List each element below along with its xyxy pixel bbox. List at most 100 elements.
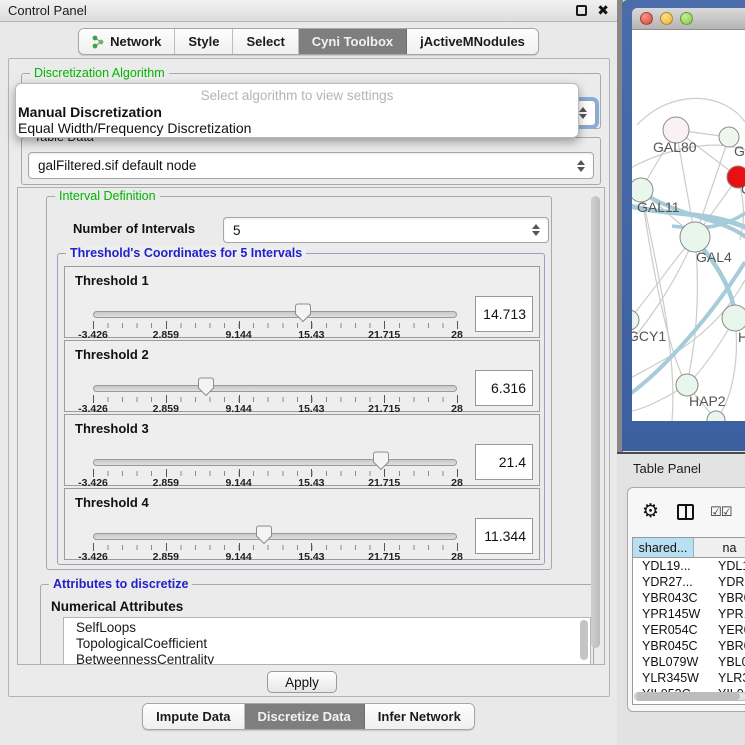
cell-shared-name: YDR27... [633,575,710,589]
network-node[interactable] [632,310,639,330]
scale-label: -3.426 [78,551,108,563]
close-icon[interactable]: ✖ [597,5,609,16]
major-tick [457,321,458,329]
algorithm-group-label: Discretization Algorithm [30,66,169,80]
slider-thumb[interactable] [197,377,215,397]
major-tick [311,469,312,477]
combobox-stepper-icon [528,224,544,236]
major-tick [239,543,240,551]
threshold-value-field[interactable]: 14.713 [475,296,533,332]
control-panel-titlebar: Control Panel ✖ [0,0,617,22]
slider-track[interactable] [93,459,457,466]
threshold-label: Threshold 2 [75,347,149,362]
tab-discretize-data[interactable]: Discretize Data [245,704,365,729]
major-tick [457,543,458,551]
threshold-value-field[interactable]: 21.4 [475,444,533,480]
slider-thumb[interactable] [372,451,390,471]
network-node[interactable] [722,305,745,331]
vertical-scrollbar[interactable] [591,196,600,648]
table-data-group: Table Data galFiltered.sif default node [21,137,601,185]
major-tick [166,469,167,477]
tab-cyni-toolbox[interactable]: Cyni Toolbox [299,29,407,54]
slider-thumb[interactable] [255,525,273,545]
node-label: GAL [734,143,745,159]
table-row[interactable]: YBR045CYBR0 [633,638,745,654]
slider-track[interactable] [93,311,457,318]
interval-definition-group: Interval Definition Number of Intervals … [46,196,552,570]
bottom-tab-bar: Impute DataDiscretize DataInfer Network [0,703,617,730]
attributes-listbox[interactable]: SelfLoopsTopologicalCoefficientBetweenne… [63,617,591,665]
cell-shared-name: YBR043C [633,591,710,605]
cell-name: YER0 [710,623,745,637]
table-data-combobox[interactable]: galFiltered.sif default node [28,152,594,179]
algorithm-dropdown-popup: Select algorithm to view settings Manual… [15,83,579,138]
dropdown-option[interactable]: Equal Width/Frequency Discretization [16,120,578,136]
number-of-intervals-combobox[interactable]: 5 [223,217,549,243]
node-label: GAL4 [696,249,732,265]
cell-shared-name: YBR045C [633,639,710,653]
node-label: GCY1 [632,328,666,344]
table-row[interactable]: YDL19...YDL1 [633,558,745,574]
slider-thumb[interactable] [294,303,312,323]
table-row[interactable]: YLR345WYLR3 [633,670,745,686]
tab-select[interactable]: Select [233,29,298,54]
slider-track[interactable] [93,533,457,540]
float-window-icon[interactable] [576,5,587,16]
thresholds-group-label: Threshold's Coordinates for 5 Intervals [66,246,306,260]
table-row[interactable]: YBR043CYBR0 [633,590,745,606]
horizontal-scrollbar[interactable] [634,692,745,701]
major-tick [384,543,385,551]
threshold-row: Threshold 1-3.4262.8599.14415.4321.71528… [64,266,540,338]
top-tab-bar: NetworkStyleSelectCyni ToolboxjActiveMNo… [0,28,617,55]
list-scrollbar[interactable] [580,620,588,660]
tab-jactivemnodules[interactable]: jActiveMNodules [407,29,538,54]
node-label: HAP2 [689,393,726,409]
split-columns-icon[interactable] [677,504,694,520]
table-row[interactable]: YPR145WYPR1 [633,606,745,622]
tab-impute-data[interactable]: Impute Data [143,704,244,729]
slider-track[interactable] [93,385,457,392]
horizontal-scrollbar-thumb[interactable] [636,693,740,700]
threshold-row: Threshold 3-3.4262.8599.14415.4321.71528… [64,414,540,486]
cell-name: YDL1 [710,559,745,573]
major-tick [239,469,240,477]
zoom-button-icon[interactable] [680,12,693,25]
scale-label: 2.859 [153,551,179,563]
network-node[interactable] [680,222,710,252]
threshold-row: Threshold 4-3.4262.8599.14415.4321.71528… [64,488,540,560]
column-header-shared-name[interactable]: shared... [633,538,694,557]
table-row[interactable]: YBL079WYBL0 [633,654,745,670]
checkbox-icons[interactable]: ☑☑ [710,504,731,520]
window-title: Control Panel [8,3,87,18]
threshold-label: Threshold 1 [75,273,149,288]
close-button-icon[interactable] [640,12,653,25]
column-header-name[interactable]: na [694,538,745,557]
threshold-label: Threshold 3 [75,421,149,436]
table-row[interactable]: YDR27...YDR2 [633,574,745,590]
major-tick [166,395,167,403]
tab-infer-network[interactable]: Infer Network [365,704,474,729]
tab-network[interactable]: Network [79,29,175,54]
node-label: C [741,181,745,197]
cell-name: YBL0 [710,655,745,669]
table-panel-title: Table Panel [633,461,701,476]
threshold-value-field[interactable]: 6.316 [475,370,533,406]
gear-icon[interactable]: ⚙ [642,502,659,522]
scale-label: 15.43 [298,551,324,563]
combobox-stepper-icon [573,160,589,172]
table-row[interactable]: YER054CYER0 [633,622,745,638]
cell-shared-name: YPR145W [633,607,710,621]
tab-style[interactable]: Style [175,29,233,54]
apply-button[interactable]: Apply [267,671,337,693]
attribute-list-item[interactable]: SelfLoops [76,620,590,636]
attribute-list-item[interactable]: BetweennessCentrality [76,652,590,665]
threshold-value-field[interactable]: 11.344 [475,518,533,554]
screen: Control Panel ✖ NetworkStyleSelectCyni T… [0,0,745,745]
network-canvas[interactable]: GAL80GALCGAL11GAL4GCY1HHAP2 [632,30,745,421]
cell-name: YLR3 [710,671,745,685]
table-panel-titlebar: Table Panel [617,452,745,482]
minimize-button-icon[interactable] [660,12,673,25]
interval-group-label: Interval Definition [55,189,160,203]
attribute-list-item[interactable]: TopologicalCoefficient [76,636,590,652]
dropdown-option[interactable]: Manual Discretization [16,104,578,120]
